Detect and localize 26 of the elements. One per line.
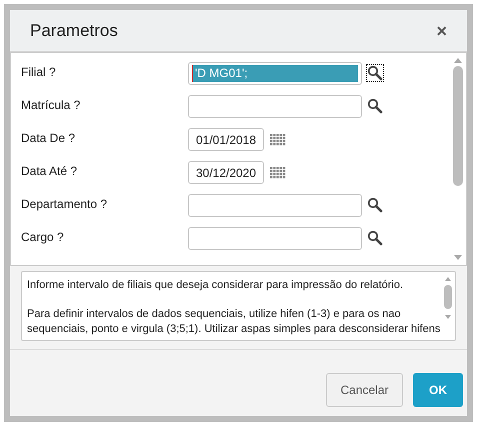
search-icon[interactable] xyxy=(367,65,383,81)
input-field[interactable] xyxy=(188,95,362,118)
field-label: Departamento ? xyxy=(21,196,108,213)
search-icon[interactable] xyxy=(367,98,383,114)
input-field[interactable] xyxy=(188,227,362,250)
scroll-up-icon[interactable] xyxy=(444,276,452,281)
scroll-up-icon[interactable] xyxy=(453,57,463,63)
date-field[interactable]: 01/01/2018 xyxy=(188,128,264,151)
help-paragraph: Informe intervalo de filiais que deseja considerar para impressão do relatório. xyxy=(27,278,404,292)
field-label: Filial ? xyxy=(21,64,57,81)
search-icon[interactable] xyxy=(367,230,383,246)
field-label: Cargo ? xyxy=(21,229,65,246)
field-label: Matrícula ? xyxy=(21,97,82,114)
input-field[interactable] xyxy=(188,194,362,217)
field-label: Data De ? xyxy=(21,130,76,147)
dialog-title: Parametros xyxy=(30,20,118,42)
cancel-button[interactable]: Cancelar xyxy=(326,373,403,407)
close-button[interactable]: × xyxy=(436,22,447,40)
search-icon[interactable] xyxy=(367,197,383,213)
calendar-icon[interactable] xyxy=(270,134,286,146)
date-field[interactable]: 30/12/2020 xyxy=(188,161,264,184)
scroll-down-icon[interactable] xyxy=(444,315,452,320)
field-label: Data Até ? xyxy=(21,163,78,180)
scroll-down-icon[interactable] xyxy=(453,255,463,261)
help-paragraph: Para definir intervalos de dados sequenciais, utilize hifen (1-3) e para os nao sequenciais, ponto e virgula (3;5;1). Utilizar aspas simples para desconsiderar hifens xyxy=(27,307,441,336)
calendar-icon[interactable] xyxy=(270,167,286,179)
